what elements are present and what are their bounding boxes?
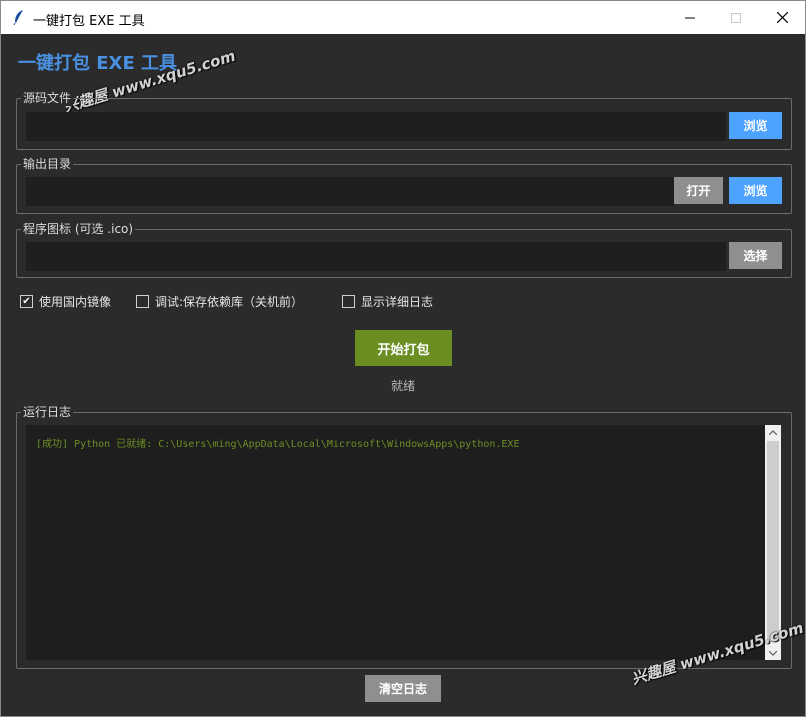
checkbox-box [136, 295, 149, 308]
feather-icon [13, 10, 23, 25]
log-label: 运行日志 [21, 404, 74, 420]
maximize-button[interactable] [713, 1, 759, 34]
checkbox-label: 显示详细日志 [361, 295, 434, 309]
status-text: 就绪 [390, 379, 415, 393]
mirror-checkbox[interactable]: ✔ 使用国内镜像 [20, 293, 111, 310]
app-window: 一键打包 EXE 工具 一键打包 EXE 工具 兴趣屋 www.xqu5.com… [0, 0, 806, 717]
close-icon [776, 12, 788, 23]
source-label: 源码文件 [21, 90, 74, 106]
log-line: [成功] Python 已就绪: C:\Users\ming\AppData\L… [36, 439, 520, 450]
output-browse-button[interactable]: 浏览 [729, 177, 782, 204]
start-build-button[interactable]: 开始打包 [355, 330, 452, 366]
window-title: 一键打包 EXE 工具 [33, 14, 145, 29]
clear-log-button[interactable]: 清空日志 [365, 675, 441, 702]
scroll-up-button[interactable] [765, 425, 781, 439]
minimize-button[interactable] [667, 1, 713, 34]
source-browse-button[interactable]: 浏览 [729, 112, 782, 139]
scroll-thumb[interactable] [767, 441, 779, 642]
verbose-checkbox[interactable]: 显示详细日志 [342, 293, 433, 310]
icon-label: 程序图标 (可选 .ico) [21, 221, 136, 237]
output-label: 输出目录 [21, 156, 74, 172]
log-output[interactable]: [成功] Python 已就绪: C:\Users\ming\AppData\L… [26, 425, 765, 660]
minimize-icon [685, 17, 695, 18]
maximize-icon [731, 12, 741, 23]
source-input[interactable] [26, 112, 726, 141]
title-bar: 一键打包 EXE 工具 [1, 1, 805, 34]
debug-checkbox[interactable]: 调试:保存依赖库（关机前） [136, 293, 303, 310]
checkbox-label: 使用国内镜像 [39, 295, 112, 309]
output-open-button[interactable]: 打开 [674, 177, 723, 204]
chevron-up-icon [769, 429, 777, 435]
icon-input[interactable] [26, 242, 726, 271]
close-button[interactable] [759, 1, 805, 34]
checkbox-label: 调试:保存依赖库（关机前） [155, 295, 304, 309]
checkbox-box [342, 295, 355, 308]
checkbox-box: ✔ [20, 295, 33, 308]
chevron-down-icon [769, 650, 777, 656]
icon-select-button[interactable]: 选择 [729, 242, 782, 269]
output-input[interactable] [26, 177, 674, 206]
